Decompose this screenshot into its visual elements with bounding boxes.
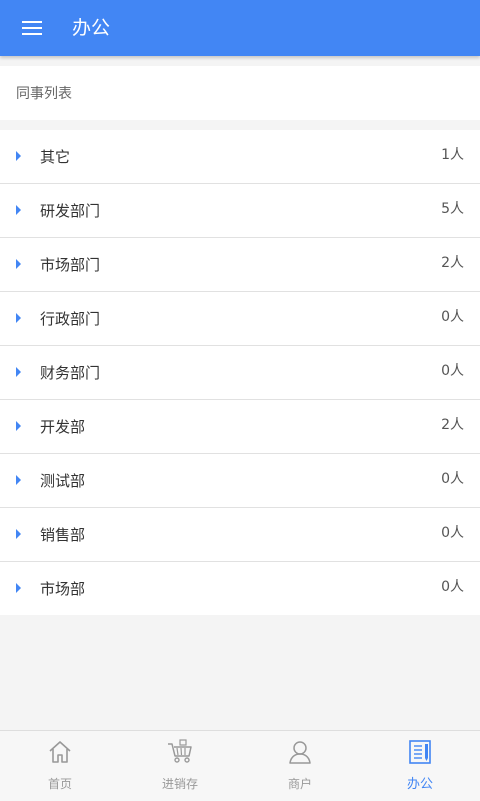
tab-merchant[interactable]: 商户 xyxy=(240,731,360,801)
menu-button[interactable] xyxy=(12,8,52,48)
department-name: 开发部 xyxy=(40,418,86,436)
app-bar: 办公 xyxy=(0,0,480,56)
tab-home[interactable]: 首页 xyxy=(0,731,120,801)
expand-arrow-icon xyxy=(16,421,21,431)
section-title: 同事列表 xyxy=(16,86,72,102)
department-row[interactable]: 销售部 0人 xyxy=(0,508,480,562)
expand-arrow-icon xyxy=(16,367,21,377)
department-name: 财务部门 xyxy=(40,364,101,382)
department-row[interactable]: 其它 1人 xyxy=(0,130,480,184)
department-name: 其它 xyxy=(40,148,71,166)
department-name: 市场部门 xyxy=(40,256,101,274)
member-count: 0人 xyxy=(441,471,464,487)
expand-arrow-icon xyxy=(16,529,21,539)
department-list: 其它 1人 研发部门 5人 市场部门 2人 行政部门 0人 财务部门 0人 开发… xyxy=(0,130,480,615)
department-row[interactable]: 市场部门 2人 xyxy=(0,238,480,292)
department-row[interactable]: 研发部门 5人 xyxy=(0,184,480,238)
department-name: 测试部 xyxy=(40,472,86,490)
page-title: 办公 xyxy=(72,17,111,39)
expand-arrow-icon xyxy=(16,151,21,161)
department-row[interactable]: 开发部 2人 xyxy=(0,400,480,454)
user-icon xyxy=(289,741,311,764)
bottom-tab-bar: 首页 进销存 商户 办公 xyxy=(0,730,480,801)
member-count: 0人 xyxy=(441,309,464,325)
member-count: 5人 xyxy=(441,201,464,217)
cart-icon xyxy=(168,739,192,763)
department-name: 研发部门 xyxy=(40,202,101,220)
colleague-list-header: 同事列表 xyxy=(0,66,480,120)
tab-label: 商户 xyxy=(287,777,312,791)
member-count: 0人 xyxy=(441,525,464,541)
department-name: 行政部门 xyxy=(40,310,101,328)
department-row[interactable]: 市场部 0人 xyxy=(0,562,480,615)
member-count: 0人 xyxy=(441,363,464,379)
department-row[interactable]: 测试部 0人 xyxy=(0,454,480,508)
expand-arrow-icon xyxy=(16,259,21,269)
expand-arrow-icon xyxy=(16,205,21,215)
tab-label: 办公 xyxy=(406,777,433,792)
tab-label: 进销存 xyxy=(161,777,198,791)
member-count: 0人 xyxy=(441,579,464,595)
tab-inventory[interactable]: 进销存 xyxy=(120,731,240,801)
expand-arrow-icon xyxy=(16,475,21,485)
member-count: 1人 xyxy=(441,147,464,163)
member-count: 2人 xyxy=(441,255,464,271)
tab-office[interactable]: 办公 xyxy=(360,731,480,801)
expand-arrow-icon xyxy=(16,583,21,593)
department-row[interactable]: 财务部门 0人 xyxy=(0,346,480,400)
department-name: 市场部 xyxy=(40,580,86,598)
expand-arrow-icon xyxy=(16,313,21,323)
menu-icon xyxy=(22,21,42,35)
document-icon xyxy=(409,740,431,764)
department-name: 销售部 xyxy=(40,526,86,544)
home-icon xyxy=(49,741,71,763)
department-row[interactable]: 行政部门 0人 xyxy=(0,292,480,346)
tab-label: 首页 xyxy=(47,777,72,791)
member-count: 2人 xyxy=(441,417,464,433)
